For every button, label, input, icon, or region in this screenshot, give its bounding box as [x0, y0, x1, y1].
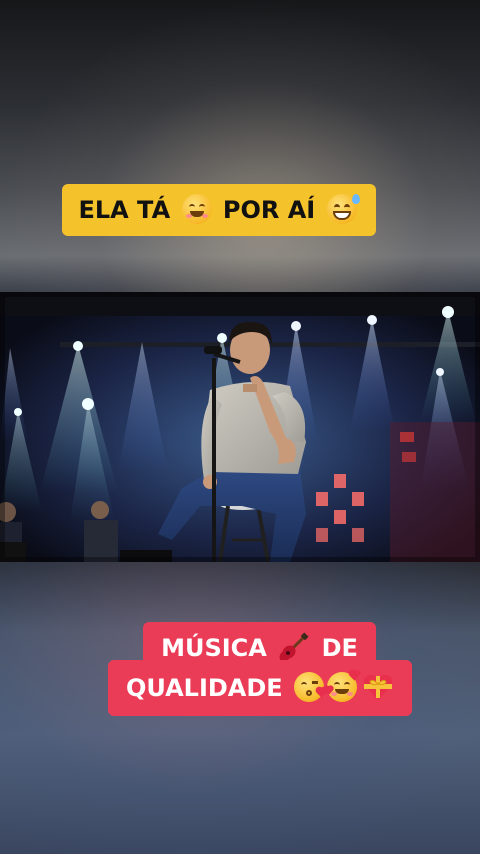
caption-top-text-2: POR AÍ	[222, 196, 316, 224]
concert-video-frame	[0, 292, 480, 562]
caption-bottom-line-2: QUALIDADE	[108, 660, 412, 716]
caption-bottom-text-2: DE	[321, 634, 358, 662]
caption-bottom-text-1: MÚSICA	[161, 634, 267, 662]
face-blowing-kiss-icon	[294, 672, 327, 702]
caption-bottom-text-3: QUALIDADE	[125, 674, 283, 702]
caption-top: ELA TÁ POR AÍ	[62, 184, 376, 236]
guitar-icon	[279, 632, 309, 662]
background-glow-top	[0, 0, 480, 292]
grinning-sweat-face-icon	[326, 194, 360, 224]
smiling-face-icon	[181, 194, 212, 224]
caption-top-text-1: ELA TÁ	[78, 196, 171, 224]
concert-scene	[0, 292, 480, 562]
smiling-face-with-hearts-icon	[324, 670, 360, 702]
heart-with-ribbon-icon	[363, 674, 393, 700]
